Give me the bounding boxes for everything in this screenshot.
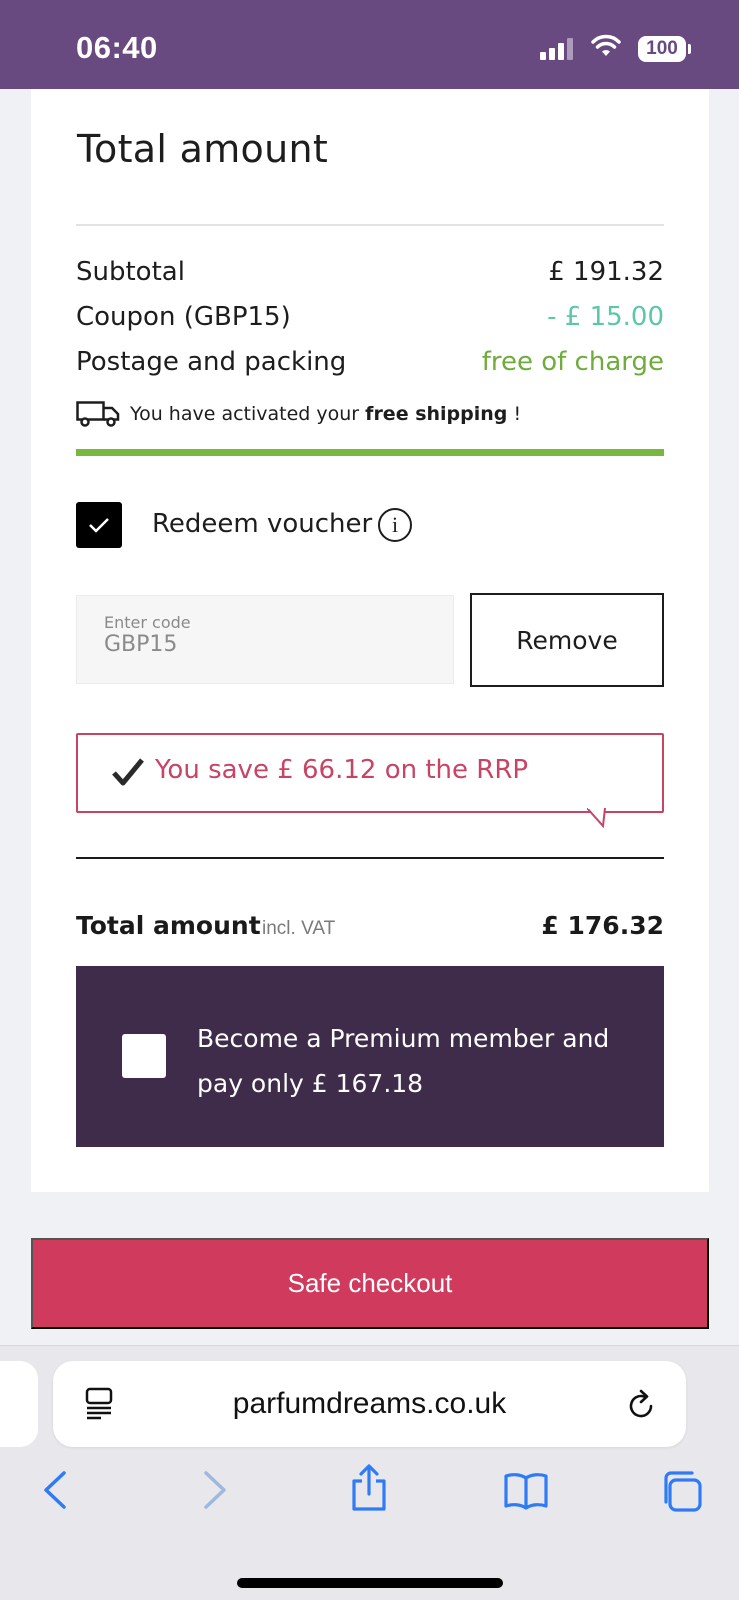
- vat-note: incl. VAT: [262, 918, 336, 939]
- address-bar[interactable]: parfumdreams.co.uk: [53, 1361, 686, 1447]
- browser-toolbar: parfumdreams.co.uk: [0, 1345, 739, 1600]
- divider: [76, 224, 664, 226]
- postage-label: Postage and packing: [76, 347, 347, 377]
- share-icon[interactable]: [349, 1464, 389, 1512]
- info-icon[interactable]: i: [378, 508, 412, 542]
- voucher-code-placeholder: Enter code: [104, 613, 191, 632]
- free-shipping-notice: You have activated your free shipping !: [76, 401, 521, 427]
- total-amount-value: £ 176.32: [541, 911, 664, 940]
- savings-text: You save £ 66.12 on the RRP: [155, 755, 529, 785]
- redeem-voucher-label[interactable]: Redeem voucher: [152, 509, 372, 539]
- summary-title: Total amount: [77, 127, 329, 171]
- total-amount-label: Total amount: [76, 911, 261, 940]
- truck-icon: [76, 401, 120, 427]
- savings-message: You save £ 66.12 on the RRP: [76, 733, 664, 813]
- subtotal-value: £ 191.32: [548, 257, 664, 287]
- redeem-voucher-checkbox[interactable]: [76, 502, 122, 548]
- shipping-text-bold: free shipping: [365, 403, 508, 425]
- bookmarks-icon[interactable]: [503, 1472, 549, 1510]
- home-indicator: [237, 1578, 503, 1588]
- subtotal-label: Subtotal: [76, 257, 185, 287]
- postage-value: free of charge: [481, 347, 664, 377]
- url-text: parfumdreams.co.uk: [232, 1387, 507, 1420]
- checkmark-icon: [112, 758, 144, 786]
- coupon-label: Coupon (GBP15): [76, 302, 291, 332]
- voucher-code-value: GBP15: [104, 632, 178, 657]
- back-icon[interactable]: [40, 1470, 70, 1510]
- battery-indicator: 100: [638, 36, 686, 62]
- previous-tab[interactable]: [0, 1361, 38, 1447]
- divider: [76, 857, 664, 859]
- premium-membership-offer[interactable]: Become a Premium member and pay only £ 1…: [76, 966, 664, 1147]
- progress-fill: [76, 449, 664, 456]
- premium-offer-text: Become a Premium member and pay only £ 1…: [197, 1024, 610, 1098]
- reload-icon[interactable]: [626, 1387, 658, 1421]
- safe-checkout-button[interactable]: Safe checkout: [31, 1238, 709, 1329]
- order-summary-card: Total amount Subtotal £ 191.32 Coupon (G…: [31, 89, 709, 1192]
- battery-tip: [688, 44, 691, 54]
- status-time: 06:40: [76, 30, 158, 65]
- free-shipping-progress-bar: [76, 449, 664, 456]
- forward-icon[interactable]: [200, 1470, 230, 1510]
- status-bar: 06:40 100: [0, 0, 739, 89]
- shipping-text-suffix: !: [513, 403, 522, 425]
- wifi-icon: [591, 34, 621, 56]
- checkmark-icon: [89, 518, 109, 533]
- speech-bubble-tail: [587, 808, 606, 828]
- cellular-signal-icon: [540, 38, 576, 60]
- tabs-icon[interactable]: [660, 1470, 704, 1514]
- premium-membership-checkbox[interactable]: [122, 1034, 166, 1078]
- coupon-value: - £ 15.00: [547, 302, 664, 332]
- shipping-text-prefix: You have activated your: [130, 403, 360, 425]
- remove-voucher-button[interactable]: Remove: [470, 593, 664, 687]
- voucher-code-input[interactable]: Enter code GBP15: [76, 595, 454, 684]
